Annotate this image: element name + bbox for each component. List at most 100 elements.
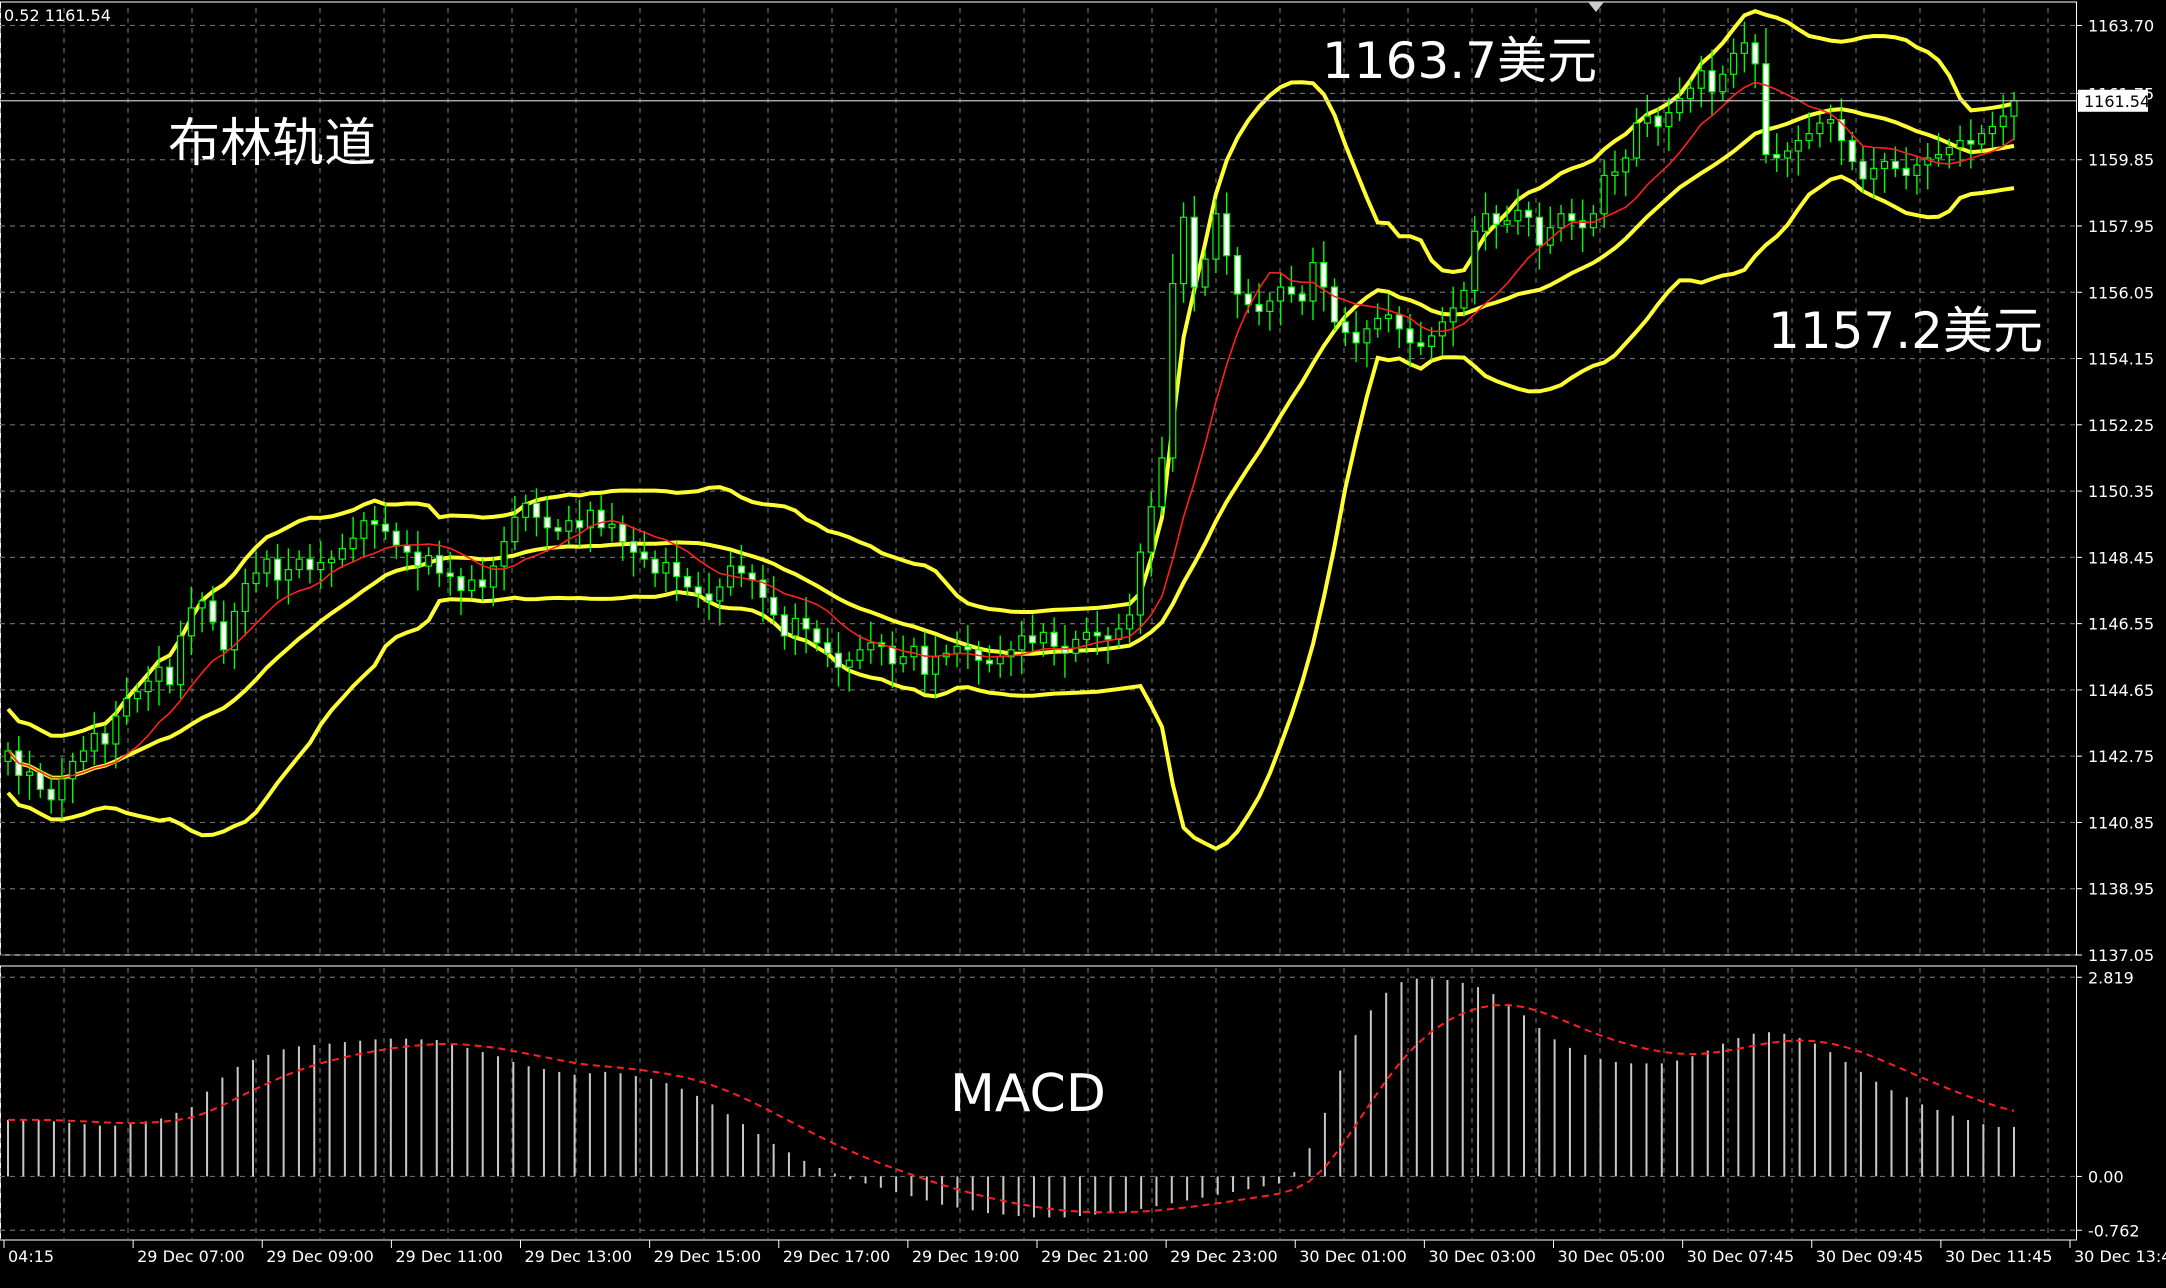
candle-up [931, 656, 940, 675]
candle-up [468, 579, 476, 592]
candle-up [1913, 164, 1921, 177]
candle-up [1600, 174, 1608, 215]
candle-up [1449, 307, 1457, 323]
candle-down [673, 561, 681, 578]
candle-up [1557, 213, 1565, 229]
candle-down [1967, 139, 1975, 145]
macd-tick-label: 0.00 [2088, 1167, 2124, 1186]
candle-down [414, 551, 422, 567]
candle-down [576, 520, 584, 529]
candle-down [1525, 209, 1533, 218]
candle-up [1956, 139, 1964, 149]
candle-down [1773, 153, 1781, 159]
candle-up [1816, 122, 1824, 135]
candle-up [1934, 153, 1943, 159]
candle-down [1859, 160, 1867, 180]
candle-up [1794, 139, 1802, 152]
price-tick-label: 1142.75 [2088, 747, 2154, 766]
candle-up [58, 778, 66, 801]
time-tick-label: 30 Dec 13:45 [2074, 1247, 2166, 1266]
candle-down [813, 628, 821, 644]
candle-down [1298, 293, 1306, 302]
candle-up [425, 555, 433, 567]
candle-down [1848, 139, 1856, 163]
candle-up [1611, 171, 1619, 177]
candle-up [910, 645, 918, 658]
candle-down [1320, 262, 1328, 288]
grid [0, 1, 2077, 1241]
candle-up [241, 582, 249, 613]
time-tick-label: 30 Dec 03:00 [1428, 1247, 1536, 1266]
candle-down [1654, 115, 1662, 128]
candle-down [478, 579, 487, 588]
candle-down [694, 586, 702, 595]
candle-down [532, 502, 541, 518]
candle-up [1126, 614, 1134, 630]
candle-down [834, 652, 843, 668]
price-tick-label: 1144.65 [2088, 681, 2154, 700]
candle-down [1287, 286, 1295, 295]
price-tick-label: 1159.85 [2088, 151, 2154, 170]
candle-down [1568, 213, 1576, 222]
candle-up [317, 561, 325, 571]
price-tick-label: 1146.55 [2088, 615, 2154, 634]
candle-up [565, 520, 573, 532]
time-tick-label: 04:15 [8, 1247, 54, 1266]
candle-up [252, 572, 260, 585]
bollinger-middle-band [6, 107, 2015, 780]
candle-up [2010, 100, 2018, 117]
candle-up [327, 558, 336, 564]
candle-down [220, 621, 228, 651]
candle-up [1988, 125, 1996, 135]
macd-signal-line [8, 1004, 2015, 1214]
candle-up [1719, 73, 1727, 93]
candle-down [1093, 631, 1101, 637]
candle-down [1417, 342, 1425, 347]
candle-up [1082, 631, 1091, 640]
time-tick-label: 30 Dec 01:00 [1299, 1247, 1407, 1266]
candle-up [1471, 230, 1479, 292]
candle-up [1999, 115, 2007, 128]
candle-down [619, 523, 627, 543]
candle-down [403, 544, 411, 553]
candle-up [338, 548, 346, 560]
candle-up [187, 607, 195, 637]
macd-tick-label: 2.819 [2088, 968, 2134, 987]
candle-down [47, 788, 55, 801]
candle-up [263, 558, 271, 574]
candle-up [1018, 635, 1026, 651]
candle-up [1384, 314, 1393, 320]
price-tick-label: 1156.05 [2088, 283, 2154, 302]
candle-down [1751, 42, 1759, 65]
candle-up [1870, 167, 1878, 180]
candle-up [1881, 160, 1889, 170]
candle-down [1330, 286, 1339, 323]
candle-up [867, 642, 875, 651]
candle-down [1352, 331, 1360, 344]
candle-down [1492, 213, 1500, 225]
candle-up [1428, 335, 1436, 347]
candle-up [845, 659, 853, 668]
macd-panel-frame [0, 965, 2077, 1241]
candle-up [26, 771, 34, 776]
candle-up [1827, 119, 1835, 124]
candle-up [1072, 638, 1080, 654]
candle-up [1136, 551, 1144, 616]
candle-up [996, 656, 1004, 665]
candle-down [1050, 631, 1058, 647]
candle-down [683, 575, 692, 588]
candle-up [349, 537, 357, 550]
candle-down [392, 530, 400, 546]
candle-down [824, 642, 832, 654]
candle-down [274, 558, 282, 581]
candle-up [133, 691, 141, 700]
time-tick-label: 30 Dec 09:45 [1816, 1247, 1924, 1266]
candle-down [166, 666, 174, 686]
candle-up [144, 680, 152, 693]
bollinger-bands [6, 8, 2015, 852]
candle-down [1190, 216, 1198, 288]
time-tick-label: 29 Dec 07:00 [137, 1247, 245, 1266]
time-tick-label: 29 Dec 11:00 [395, 1247, 503, 1266]
time-tick-label: 30 Dec 11:45 [1945, 1247, 2053, 1266]
price-tick-label: 1138.95 [2088, 880, 2154, 899]
